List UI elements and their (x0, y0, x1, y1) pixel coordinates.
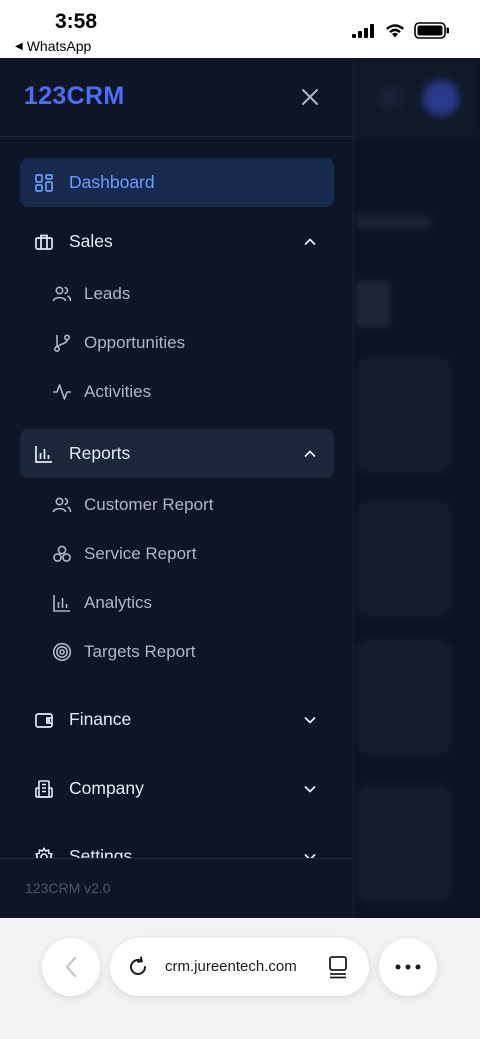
chevron-down-icon (304, 853, 316, 858)
users-icon (52, 495, 72, 515)
sub-item-label: Service Report (84, 544, 197, 563)
nav-item-label: Sales (69, 231, 113, 251)
nav-drawer: 123CRM Dashboard Sales Leads Opportuniti… (0, 58, 354, 918)
back-triangle-icon: ◀ (15, 40, 23, 52)
bar-chart-icon (34, 444, 54, 464)
wallet-icon (34, 710, 54, 730)
address-bar[interactable]: crm.jureentech.com (110, 938, 369, 996)
bar-chart-icon (52, 593, 72, 613)
sub-item-label: Opportunities (84, 333, 186, 352)
drawer-footer: 123CRM v2.0 (0, 858, 354, 918)
status-bar: 3:58 ◀ WhatsApp (0, 0, 480, 58)
sub-item-leads[interactable]: Leads (52, 274, 334, 314)
sub-item-label: Analytics (84, 593, 153, 612)
sub-item-customer-report[interactable]: Customer Report (52, 485, 334, 525)
git-branch-icon (52, 333, 72, 353)
chevron-left-icon (65, 956, 77, 978)
nav-item-label: Finance (69, 709, 132, 729)
sub-item-label: Leads (84, 284, 131, 303)
chevron-down-icon (304, 785, 316, 792)
reload-icon[interactable] (126, 955, 150, 984)
chevron-down-icon (304, 716, 316, 723)
nav-item-settings[interactable]: Settings (20, 832, 334, 858)
sub-item-label: Customer Report (84, 495, 214, 514)
app-viewport: 123CRM Dashboard Sales Leads Opportuniti… (0, 58, 480, 918)
url-text: crm.jureentech.com (165, 958, 297, 975)
close-icon (302, 89, 318, 105)
nav-item-dashboard[interactable]: Dashboard (20, 158, 334, 207)
briefcase-icon (34, 232, 54, 252)
nav-item-sales[interactable]: Sales (20, 217, 334, 266)
sub-item-opportunities[interactable]: Opportunities (52, 323, 334, 363)
sub-item-label: Activities (84, 382, 152, 401)
layout-grid-icon (34, 173, 54, 193)
reader-mode-icon[interactable] (327, 955, 349, 984)
nav-item-finance[interactable]: Finance (20, 695, 334, 744)
sub-item-label: Targets Report (84, 642, 196, 661)
nav-item-label: Dashboard (69, 172, 155, 192)
browser-toolbar: crm.jureentech.com (0, 918, 480, 1039)
gear-icon (34, 846, 54, 858)
status-icons (352, 22, 450, 39)
nav-item-label: Settings (69, 846, 133, 858)
cellular-signal-icon (352, 23, 374, 38)
browser-back-button[interactable] (42, 938, 100, 996)
battery-icon (414, 22, 449, 39)
wifi-icon (386, 24, 404, 38)
nav-item-label: Company (69, 778, 144, 798)
building-icon (34, 779, 54, 799)
chevron-up-icon (304, 450, 316, 457)
nav-menu: Dashboard Sales Leads Opportunities Acti… (0, 138, 354, 858)
brand-logo[interactable]: 123CRM (24, 82, 124, 111)
chevron-up-icon (304, 238, 316, 245)
sub-item-targets-report[interactable]: Targets Report (52, 632, 334, 672)
status-time: 3:58 (55, 10, 98, 33)
more-dots-icon (395, 964, 421, 970)
back-app-label: WhatsApp (26, 38, 92, 54)
sub-item-service-report[interactable]: Service Report (52, 534, 334, 574)
nav-item-company[interactable]: Company (20, 764, 334, 813)
circles-icon (52, 544, 72, 564)
nav-item-reports[interactable]: Reports (20, 429, 334, 478)
close-drawer-button[interactable] (295, 82, 325, 112)
drawer-header: 123CRM (0, 58, 354, 137)
users-icon (52, 284, 72, 304)
activity-icon (52, 382, 72, 402)
app-version: 123CRM v2.0 (25, 880, 111, 896)
target-icon (52, 642, 72, 662)
sub-item-analytics[interactable]: Analytics (52, 583, 334, 623)
back-to-app-link[interactable]: ◀ WhatsApp (15, 38, 91, 54)
more-options-button[interactable] (379, 938, 437, 996)
sub-item-activities[interactable]: Activities (52, 372, 334, 412)
nav-item-label: Reports (69, 443, 131, 463)
